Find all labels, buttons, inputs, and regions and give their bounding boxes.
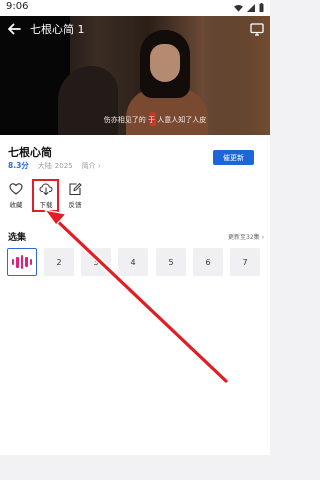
heart-icon bbox=[9, 183, 23, 195]
action-row: 收藏 下载 反馈 bbox=[0, 182, 200, 212]
episodes-heading: 选集 bbox=[8, 233, 27, 243]
episode-item[interactable]: 2 bbox=[44, 248, 74, 276]
app-screen: 9:06 七根心简 1 伤亦相见了的 于 人意人知了人皮 七根心简 8.3分 大… bbox=[0, 0, 270, 480]
battery-icon bbox=[259, 3, 264, 12]
signal-icon bbox=[247, 3, 255, 12]
playing-bars-icon bbox=[11, 255, 33, 269]
wifi-icon bbox=[234, 4, 243, 12]
highlight-box bbox=[32, 179, 59, 212]
favorite-button[interactable]: 收藏 bbox=[4, 182, 28, 212]
player-title: 七根心简 1 bbox=[30, 23, 85, 36]
episode-item[interactable]: 6 bbox=[193, 248, 223, 276]
feedback-label: 反馈 bbox=[68, 201, 82, 209]
rating-score: 8.3分 bbox=[8, 161, 29, 170]
feedback-edit-icon bbox=[69, 182, 82, 196]
episode-item[interactable]: 3 bbox=[81, 248, 111, 276]
status-icons bbox=[234, 3, 264, 12]
cast-screen-icon[interactable] bbox=[250, 22, 264, 36]
favorite-label: 收藏 bbox=[9, 201, 23, 209]
bottom-area bbox=[0, 458, 270, 480]
back-arrow-icon[interactable] bbox=[6, 21, 22, 37]
status-bar: 9:06 bbox=[0, 0, 270, 16]
video-player[interactable]: 七根心简 1 伤亦相见了的 于 人意人知了人皮 bbox=[0, 16, 270, 135]
episode-item[interactable]: 7 bbox=[230, 248, 260, 276]
video-subtitle: 伤亦相见了的 于 人意人知了人皮 bbox=[103, 116, 207, 124]
episode-item-playing[interactable] bbox=[7, 248, 37, 276]
request-update-button[interactable]: 催更新 bbox=[213, 150, 254, 165]
show-meta: 8.3分 大陆 2025 简介 › bbox=[8, 160, 101, 171]
episode-item[interactable]: 5 bbox=[156, 248, 186, 276]
status-time: 9:06 bbox=[6, 1, 29, 12]
show-title: 七根心简 bbox=[8, 146, 52, 159]
region-label: 大陆 bbox=[37, 161, 52, 170]
intro-link[interactable]: 简介 › bbox=[82, 161, 101, 171]
episodes-more-link[interactable]: 更新至32集 › bbox=[228, 232, 264, 241]
episode-item[interactable]: 4 bbox=[118, 248, 148, 276]
player-top-bar: 七根心简 1 bbox=[0, 16, 270, 42]
feedback-button[interactable]: 反馈 bbox=[63, 182, 87, 212]
year-label: 2025 bbox=[54, 161, 73, 170]
